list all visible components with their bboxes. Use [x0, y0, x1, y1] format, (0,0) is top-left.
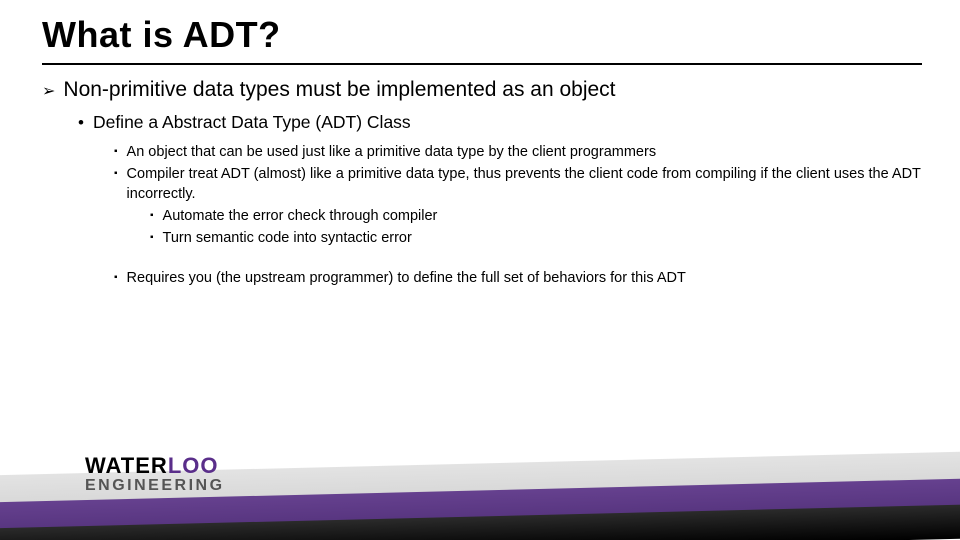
- logo-waterloo: WATERLOO: [85, 453, 285, 479]
- bullet-text: Define a Abstract Data Type (ADT) Class: [93, 112, 411, 134]
- bullet-level-2: • Define a Abstract Data Type (ADT) Clas…: [78, 112, 922, 134]
- waterloo-engineering-logo: WATERLOO ENGINEERING: [85, 446, 285, 502]
- bullet-level-3: ▪ An object that can be used just like a…: [114, 142, 922, 162]
- title-underline: [42, 63, 922, 65]
- bullet-text: Turn semantic code into syntactic error: [163, 228, 412, 248]
- square-bullet-icon: ▪: [114, 268, 118, 288]
- chevron-right-icon: ➢: [42, 81, 55, 102]
- bullet-text: An object that can be used just like a p…: [127, 142, 657, 162]
- bullet-text: Automate the error check through compile…: [163, 206, 438, 226]
- dot-bullet-icon: •: [78, 112, 84, 134]
- logo-text-water: WATER: [85, 453, 168, 478]
- slide-content: ➢ Non-primitive data types must be imple…: [42, 78, 922, 290]
- bullet-level-3: ▪ Compiler treat ADT (almost) like a pri…: [114, 164, 922, 204]
- square-bullet-icon: ▪: [150, 228, 154, 248]
- bullet-text: Compiler treat ADT (almost) like a primi…: [127, 164, 922, 204]
- bullet-level-3: ▪ Requires you (the upstream programmer)…: [114, 268, 922, 288]
- logo-engineering: ENGINEERING: [85, 477, 285, 495]
- bullet-level-4: ▪ Turn semantic code into syntactic erro…: [150, 228, 922, 248]
- logo-text-loo: LOO: [168, 453, 219, 478]
- square-bullet-icon: ▪: [150, 206, 154, 226]
- spacer: [42, 250, 922, 268]
- bullet-level-1: ➢ Non-primitive data types must be imple…: [42, 78, 922, 102]
- slide-title: What is ADT?: [42, 14, 281, 56]
- square-bullet-icon: ▪: [114, 142, 118, 162]
- bullet-text: Requires you (the upstream programmer) t…: [127, 268, 686, 288]
- bullet-level-4: ▪ Automate the error check through compi…: [150, 206, 922, 226]
- square-bullet-icon: ▪: [114, 164, 118, 204]
- bullet-text: Non-primitive data types must be impleme…: [63, 78, 615, 102]
- slide: What is ADT? ➢ Non-primitive data types …: [0, 0, 960, 540]
